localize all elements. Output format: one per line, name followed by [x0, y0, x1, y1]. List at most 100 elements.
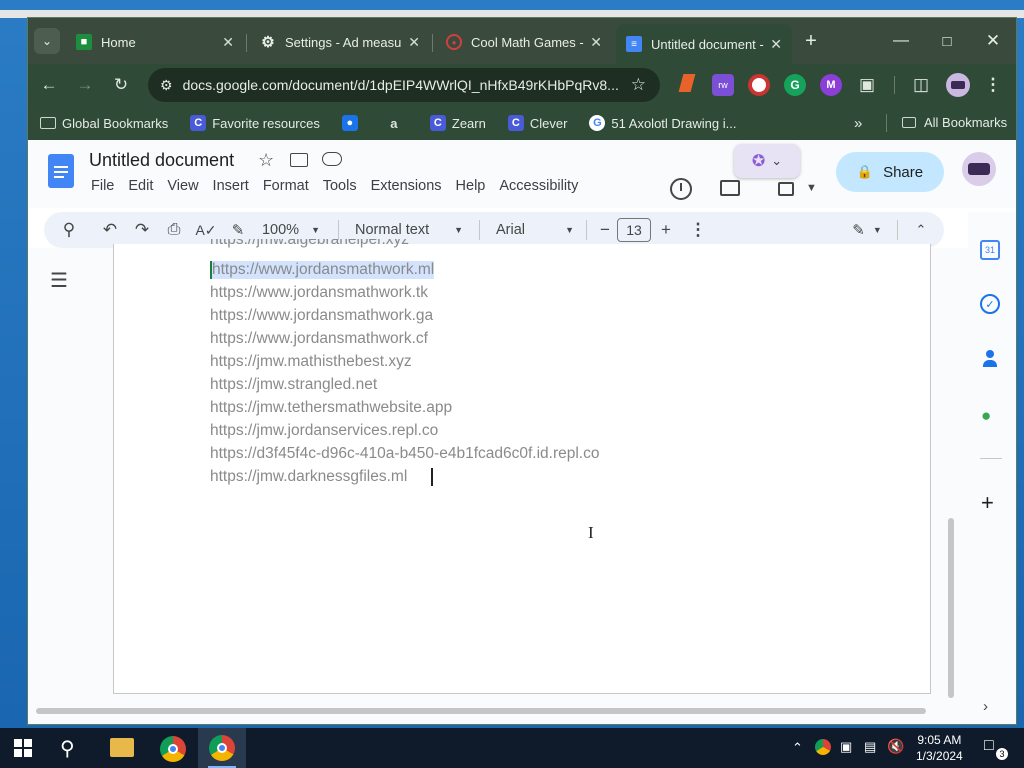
version-history-icon[interactable] [670, 178, 692, 200]
bookmarks-bar: Global Bookmarks C Favorite resources ● … [28, 106, 1016, 140]
volume-muted-icon[interactable]: 🔇 [887, 738, 904, 755]
new-tab-button[interactable]: + [798, 28, 824, 54]
menu-file[interactable]: File [91, 178, 114, 194]
calendar-icon[interactable]: 31 [980, 240, 1000, 260]
outline-icon[interactable]: ☰ [50, 268, 68, 293]
record-extension-icon[interactable] [748, 74, 770, 96]
menu-help[interactable]: Help [456, 178, 486, 194]
chrome-icon[interactable] [160, 736, 186, 762]
chrome-menu-icon[interactable]: ⋮ [982, 74, 1004, 96]
security-icon[interactable]: ▣ [840, 739, 852, 755]
tab-home[interactable]: ■ Home ✕ [66, 26, 244, 58]
chevron-right-icon[interactable]: › [983, 698, 988, 715]
avatar[interactable] [946, 73, 970, 97]
document-line: https://jmw.darknessgfiles.ml [210, 468, 408, 485]
star-icon[interactable]: ☆ [258, 150, 274, 171]
toolbar-divider [586, 220, 587, 240]
grammarly-icon[interactable]: G [784, 74, 806, 96]
more-options-icon[interactable]: ⋮ [681, 212, 715, 248]
menu-tools[interactable]: Tools [323, 178, 357, 194]
star-icon[interactable]: ☆ [631, 75, 646, 95]
editing-mode-icon[interactable]: ✎ ▼ [845, 212, 889, 248]
close-icon[interactable]: ✕ [590, 34, 602, 51]
tab-untitled-document[interactable]: ≡ Untitled document - ✕ [616, 24, 792, 64]
contacts-icon[interactable] [982, 350, 998, 368]
move-folder-icon[interactable] [290, 153, 308, 167]
bookmark-zearn[interactable]: C Zearn [429, 115, 486, 131]
chrome-taskbar-active[interactable] [198, 728, 246, 768]
all-bookmarks-button[interactable]: All Bookmarks [902, 115, 1007, 130]
forward-button[interactable]: → [74, 74, 96, 96]
menu-extensions[interactable]: Extensions [371, 178, 442, 194]
redo-icon[interactable]: ↷ [126, 212, 158, 248]
bookmark-clever[interactable]: C Clever [507, 115, 567, 131]
menu-format[interactable]: Format [263, 178, 309, 194]
tab-settings[interactable]: ⚙ Settings - Ad measu ✕ [250, 26, 430, 58]
horizontal-scrollbar[interactable] [36, 708, 926, 714]
minimize-button[interactable]: — [888, 28, 914, 54]
close-icon[interactable]: ✕ [770, 36, 782, 53]
tab-search-button[interactable]: ⌄ [34, 28, 60, 54]
menu-edit[interactable]: Edit [128, 178, 153, 194]
bookmark-contacts[interactable]: ● [341, 115, 364, 131]
menu-view[interactable]: View [167, 178, 198, 194]
site-info-icon[interactable]: ⚙ [160, 77, 173, 94]
comments-icon[interactable] [720, 180, 740, 196]
menu-accessibility[interactable]: Accessibility [499, 178, 578, 194]
chrome-tray-icon[interactable] [815, 739, 831, 755]
chevron-down-icon[interactable]: ▼ [806, 182, 817, 194]
side-panel-icon[interactable]: ◫ [910, 74, 932, 96]
puzzle-icon: ✪ [751, 153, 766, 170]
tab-divider [246, 34, 247, 52]
bookmark-favorite-resources[interactable]: C Favorite resources [190, 115, 320, 131]
bookmark-global-bookmarks[interactable]: Global Bookmarks [40, 116, 168, 131]
increase-font-size-button[interactable]: + [651, 212, 681, 248]
share-button[interactable]: 🔒 Share [836, 152, 944, 192]
print-icon[interactable]: ⎙ [158, 212, 190, 248]
account-avatar[interactable] [962, 152, 996, 186]
bookmark-app[interactable]: a [386, 115, 408, 131]
decrease-font-size-button[interactable]: − [593, 212, 617, 248]
classroom-icon: ■ [76, 34, 92, 50]
notifications-icon[interactable]: □ [984, 737, 994, 755]
more-bookmarks-icon[interactable]: » [854, 115, 862, 132]
font-size-input[interactable]: 13 [617, 218, 651, 242]
maximize-button[interactable]: □ [934, 28, 960, 54]
meet-icon[interactable] [778, 182, 794, 196]
file-explorer-icon[interactable] [110, 738, 134, 757]
extension-icon[interactable] [676, 74, 698, 96]
add-icon[interactable]: + [981, 490, 994, 516]
back-button[interactable]: ← [38, 74, 60, 96]
extension-popup[interactable]: ✪ ⌄ [734, 144, 800, 178]
tasks-icon[interactable]: ✓ [980, 294, 1000, 314]
maps-icon[interactable]: ● [981, 406, 997, 425]
windows-start-icon[interactable] [14, 739, 32, 757]
window-close-button[interactable]: ✕ [980, 28, 1006, 54]
close-icon[interactable]: ✕ [222, 34, 234, 51]
document-title[interactable]: Untitled document [89, 150, 234, 171]
undo-icon[interactable]: ↶ [94, 212, 126, 248]
vertical-scrollbar[interactable] [948, 518, 954, 698]
search-menus-icon[interactable]: ⚲ [44, 212, 94, 248]
magic-extension-icon[interactable]: M [820, 74, 842, 96]
network-icon[interactable]: ▤ [864, 739, 876, 755]
font-select[interactable]: Arial ▼ [490, 212, 580, 248]
readwrite-extension-icon[interactable]: rw [712, 74, 734, 96]
extensions-puzzle-icon[interactable]: ▣ [856, 74, 878, 96]
search-icon[interactable]: ⚲ [60, 736, 75, 761]
cloud-saved-icon[interactable] [322, 152, 342, 166]
arrow-left-icon: ← [40, 75, 58, 94]
address-bar[interactable]: ⚙ docs.google.com/document/d/1dpEIP4WWrl… [148, 68, 660, 102]
clock[interactable]: 9:05 AM 1/3/2024 [916, 732, 963, 764]
folder-icon [902, 117, 916, 128]
docs-logo-icon[interactable] [48, 154, 74, 188]
menu-insert[interactable]: Insert [213, 178, 249, 194]
plus-icon: + [805, 29, 817, 52]
bookmark-axolotl[interactable]: G 51 Axolotl Drawing i... [589, 115, 736, 131]
close-icon[interactable]: ✕ [408, 34, 420, 51]
hide-menus-icon[interactable]: ⌃ [906, 212, 936, 248]
reload-button[interactable]: ↻ [110, 74, 132, 96]
navigation-bar: ← → ↻ ⚙ docs.google.com/document/d/1dpEI… [28, 64, 1016, 106]
chevron-up-icon[interactable]: ⌃ [792, 740, 803, 756]
tab-coolmath[interactable]: ● Cool Math Games - F ✕ [436, 26, 612, 58]
